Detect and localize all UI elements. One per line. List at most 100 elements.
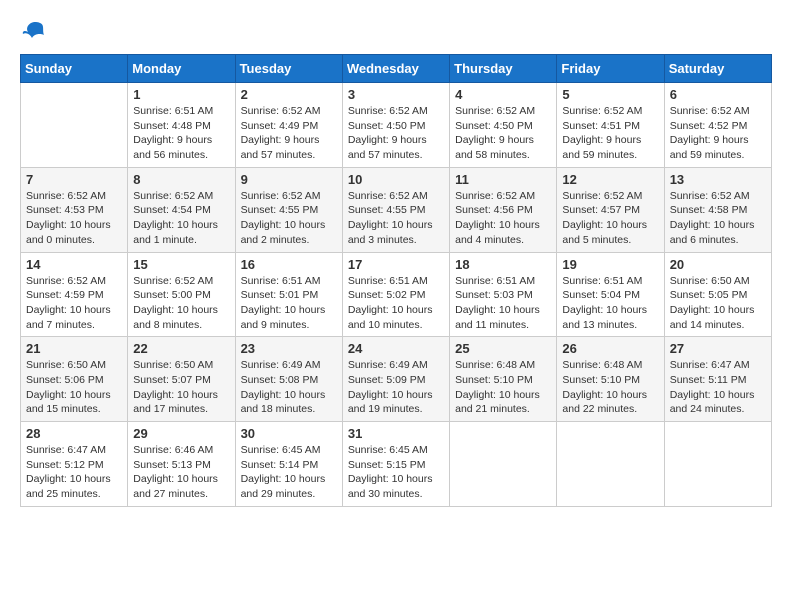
week-row-3: 14 Sunrise: 6:52 AMSunset: 4:59 PMDaylig… [21,252,772,337]
calendar-cell: 15 Sunrise: 6:52 AMSunset: 5:00 PMDaylig… [128,252,235,337]
day-number: 7 [26,172,122,187]
calendar-cell: 18 Sunrise: 6:51 AMSunset: 5:03 PMDaylig… [450,252,557,337]
day-info: Sunrise: 6:49 AMSunset: 5:09 PMDaylight:… [348,358,444,417]
calendar-cell [557,422,664,507]
day-info: Sunrise: 6:48 AMSunset: 5:10 PMDaylight:… [562,358,658,417]
calendar-cell: 23 Sunrise: 6:49 AMSunset: 5:08 PMDaylig… [235,337,342,422]
day-info: Sunrise: 6:51 AMSunset: 5:01 PMDaylight:… [241,274,337,333]
day-number: 6 [670,87,766,102]
day-info: Sunrise: 6:50 AMSunset: 5:07 PMDaylight:… [133,358,229,417]
calendar-cell [664,422,771,507]
day-number: 11 [455,172,551,187]
calendar-cell: 28 Sunrise: 6:47 AMSunset: 5:12 PMDaylig… [21,422,128,507]
day-info: Sunrise: 6:49 AMSunset: 5:08 PMDaylight:… [241,358,337,417]
day-number: 5 [562,87,658,102]
day-number: 20 [670,257,766,272]
day-info: Sunrise: 6:52 AMSunset: 4:53 PMDaylight:… [26,189,122,248]
day-number: 1 [133,87,229,102]
day-number: 26 [562,341,658,356]
calendar-cell: 19 Sunrise: 6:51 AMSunset: 5:04 PMDaylig… [557,252,664,337]
day-info: Sunrise: 6:52 AMSunset: 4:52 PMDaylight:… [670,104,766,163]
day-info: Sunrise: 6:52 AMSunset: 4:58 PMDaylight:… [670,189,766,248]
header-friday: Friday [557,55,664,83]
calendar-cell: 1 Sunrise: 6:51 AMSunset: 4:48 PMDayligh… [128,83,235,168]
header-tuesday: Tuesday [235,55,342,83]
day-info: Sunrise: 6:52 AMSunset: 5:00 PMDaylight:… [133,274,229,333]
day-number: 30 [241,426,337,441]
day-info: Sunrise: 6:52 AMSunset: 4:54 PMDaylight:… [133,189,229,248]
header-saturday: Saturday [664,55,771,83]
calendar-cell: 4 Sunrise: 6:52 AMSunset: 4:50 PMDayligh… [450,83,557,168]
calendar-cell: 16 Sunrise: 6:51 AMSunset: 5:01 PMDaylig… [235,252,342,337]
day-number: 16 [241,257,337,272]
header-sunday: Sunday [21,55,128,83]
calendar-cell: 11 Sunrise: 6:52 AMSunset: 4:56 PMDaylig… [450,167,557,252]
calendar-cell: 7 Sunrise: 6:52 AMSunset: 4:53 PMDayligh… [21,167,128,252]
header-thursday: Thursday [450,55,557,83]
day-info: Sunrise: 6:52 AMSunset: 4:55 PMDaylight:… [348,189,444,248]
calendar-cell: 27 Sunrise: 6:47 AMSunset: 5:11 PMDaylig… [664,337,771,422]
day-info: Sunrise: 6:52 AMSunset: 4:56 PMDaylight:… [455,189,551,248]
day-info: Sunrise: 6:50 AMSunset: 5:05 PMDaylight:… [670,274,766,333]
day-number: 27 [670,341,766,356]
day-info: Sunrise: 6:52 AMSunset: 4:55 PMDaylight:… [241,189,337,248]
calendar-header-row: SundayMondayTuesdayWednesdayThursdayFrid… [21,55,772,83]
calendar-cell: 21 Sunrise: 6:50 AMSunset: 5:06 PMDaylig… [21,337,128,422]
day-info: Sunrise: 6:52 AMSunset: 4:50 PMDaylight:… [348,104,444,163]
calendar-cell: 13 Sunrise: 6:52 AMSunset: 4:58 PMDaylig… [664,167,771,252]
calendar-cell: 20 Sunrise: 6:50 AMSunset: 5:05 PMDaylig… [664,252,771,337]
day-info: Sunrise: 6:52 AMSunset: 4:59 PMDaylight:… [26,274,122,333]
day-number: 17 [348,257,444,272]
day-number: 24 [348,341,444,356]
day-number: 29 [133,426,229,441]
calendar-cell: 12 Sunrise: 6:52 AMSunset: 4:57 PMDaylig… [557,167,664,252]
calendar-cell: 8 Sunrise: 6:52 AMSunset: 4:54 PMDayligh… [128,167,235,252]
calendar-cell: 26 Sunrise: 6:48 AMSunset: 5:10 PMDaylig… [557,337,664,422]
day-number: 22 [133,341,229,356]
calendar-cell: 6 Sunrise: 6:52 AMSunset: 4:52 PMDayligh… [664,83,771,168]
day-info: Sunrise: 6:52 AMSunset: 4:51 PMDaylight:… [562,104,658,163]
logo [20,20,54,44]
day-number: 19 [562,257,658,272]
week-row-4: 21 Sunrise: 6:50 AMSunset: 5:06 PMDaylig… [21,337,772,422]
header-wednesday: Wednesday [342,55,449,83]
day-number: 28 [26,426,122,441]
day-info: Sunrise: 6:51 AMSunset: 5:04 PMDaylight:… [562,274,658,333]
day-info: Sunrise: 6:47 AMSunset: 5:11 PMDaylight:… [670,358,766,417]
day-number: 4 [455,87,551,102]
day-info: Sunrise: 6:52 AMSunset: 4:49 PMDaylight:… [241,104,337,163]
calendar-cell: 10 Sunrise: 6:52 AMSunset: 4:55 PMDaylig… [342,167,449,252]
day-info: Sunrise: 6:52 AMSunset: 4:57 PMDaylight:… [562,189,658,248]
day-info: Sunrise: 6:51 AMSunset: 5:03 PMDaylight:… [455,274,551,333]
day-info: Sunrise: 6:50 AMSunset: 5:06 PMDaylight:… [26,358,122,417]
day-number: 10 [348,172,444,187]
calendar-cell [21,83,128,168]
calendar-cell: 22 Sunrise: 6:50 AMSunset: 5:07 PMDaylig… [128,337,235,422]
calendar-cell: 31 Sunrise: 6:45 AMSunset: 5:15 PMDaylig… [342,422,449,507]
calendar-cell: 30 Sunrise: 6:45 AMSunset: 5:14 PMDaylig… [235,422,342,507]
week-row-5: 28 Sunrise: 6:47 AMSunset: 5:12 PMDaylig… [21,422,772,507]
header-monday: Monday [128,55,235,83]
calendar-cell [450,422,557,507]
day-number: 8 [133,172,229,187]
week-row-1: 1 Sunrise: 6:51 AMSunset: 4:48 PMDayligh… [21,83,772,168]
calendar-cell: 14 Sunrise: 6:52 AMSunset: 4:59 PMDaylig… [21,252,128,337]
day-info: Sunrise: 6:47 AMSunset: 5:12 PMDaylight:… [26,443,122,502]
calendar-cell: 5 Sunrise: 6:52 AMSunset: 4:51 PMDayligh… [557,83,664,168]
day-number: 25 [455,341,551,356]
page-header [20,20,772,44]
calendar-cell: 17 Sunrise: 6:51 AMSunset: 5:02 PMDaylig… [342,252,449,337]
day-number: 13 [670,172,766,187]
day-number: 14 [26,257,122,272]
day-number: 21 [26,341,122,356]
day-info: Sunrise: 6:45 AMSunset: 5:14 PMDaylight:… [241,443,337,502]
day-info: Sunrise: 6:51 AMSunset: 5:02 PMDaylight:… [348,274,444,333]
calendar-cell: 24 Sunrise: 6:49 AMSunset: 5:09 PMDaylig… [342,337,449,422]
week-row-2: 7 Sunrise: 6:52 AMSunset: 4:53 PMDayligh… [21,167,772,252]
day-number: 12 [562,172,658,187]
day-info: Sunrise: 6:45 AMSunset: 5:15 PMDaylight:… [348,443,444,502]
calendar-cell: 29 Sunrise: 6:46 AMSunset: 5:13 PMDaylig… [128,422,235,507]
day-number: 18 [455,257,551,272]
day-number: 15 [133,257,229,272]
calendar-table: SundayMondayTuesdayWednesdayThursdayFrid… [20,54,772,507]
